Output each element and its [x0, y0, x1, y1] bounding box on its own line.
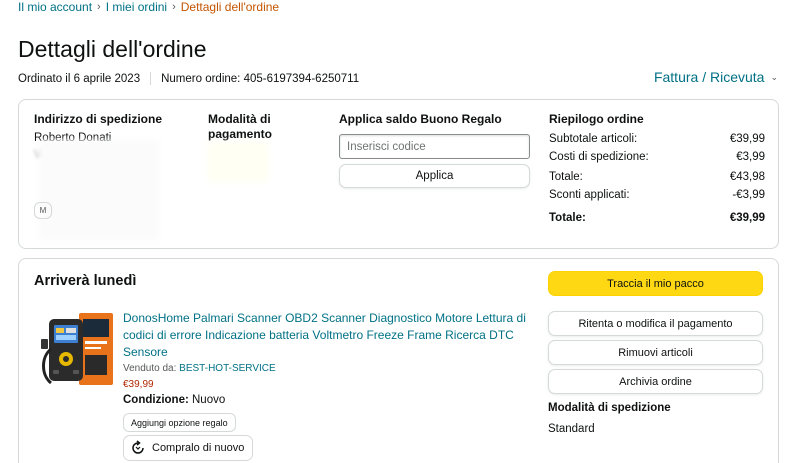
meta-divider	[150, 72, 152, 85]
redacted-payment-area	[208, 142, 268, 182]
shipping-method-value: Standard	[548, 423, 595, 435]
rebuy-icon	[132, 440, 144, 454]
address-chip[interactable]: M	[34, 202, 52, 219]
grand-total-value: €39,99	[729, 212, 765, 224]
totals-label: Costi di spedizione:	[549, 151, 649, 163]
shipment-card: Arriverà lunedì DonosHome Palmari Scanne…	[18, 258, 779, 463]
order-meta: Ordinato il 6 aprile 2023 Numero ordine:…	[18, 72, 359, 85]
product-price: €39,99	[123, 379, 154, 390]
page-title: Dettagli dell'ordine	[18, 36, 207, 62]
breadcrumb-separator: ›	[97, 1, 101, 13]
sold-by-label: Venduto da:	[123, 363, 177, 374]
totals-row: Subtotale articoli: €39,99	[549, 130, 765, 148]
breadcrumb-separator: ›	[172, 1, 176, 13]
order-date: Ordinato il 6 aprile 2023	[18, 72, 141, 85]
product-title-link[interactable]: DonosHome Palmari Scanner OBD2 Scanner D…	[123, 310, 528, 361]
track-package-button[interactable]: Traccia il mio pacco	[548, 271, 763, 296]
order-number: Numero ordine: 405-6197394-6250711	[161, 72, 360, 85]
gift-card-heading: Applica saldo Buono Regalo	[339, 112, 502, 126]
breadcrumb: Il mio account › I miei ordini › Dettagl…	[18, 0, 279, 14]
grand-total-label: Totale:	[549, 212, 586, 224]
totals-row: Sconti applicati: -€3,99	[549, 186, 765, 204]
order-totals-section: Riepilogo ordine Subtotale articoli: €39…	[549, 112, 765, 227]
redacted-address-area	[39, 140, 159, 240]
gift-code-input[interactable]	[339, 134, 530, 159]
buy-again-label: Compralo di nuovo	[152, 442, 245, 454]
buy-again-button[interactable]: Compralo di nuovo	[123, 435, 254, 461]
add-gift-option-button[interactable]: Aggiungi opzione regalo	[123, 413, 236, 432]
totals-row: Totale: €43,98	[549, 168, 765, 186]
payment-method-section: Modalità di pagamento	[208, 112, 318, 182]
condition-value: Nuovo	[192, 394, 226, 406]
condition-label: Condizione:	[123, 394, 189, 406]
grand-total-row: Totale: €39,99	[549, 209, 765, 227]
totals-value: €3,99	[736, 151, 765, 163]
product-condition: Condizione: Nuovo	[123, 394, 225, 406]
gift-card-section: Applica saldo Buono Regalo	[339, 112, 534, 130]
payment-method-heading: Modalità di pagamento	[208, 112, 273, 141]
totals-label: Totale:	[549, 171, 583, 183]
order-summary-card: Indirizzo di spedizione Roberto Donati V…	[18, 99, 779, 249]
invoice-dropdown[interactable]: Fattura / Ricevuta ⌄	[654, 69, 778, 85]
shipping-method-heading: Modalità di spedizione	[548, 402, 671, 414]
shipping-address-heading: Indirizzo di spedizione	[34, 112, 163, 126]
product-image[interactable]	[39, 309, 117, 389]
chevron-down-icon: ⌄	[770, 71, 778, 82]
totals-label: Subtotale articoli:	[549, 133, 638, 145]
totals-row: Costi di spedizione: €3,99	[549, 148, 765, 166]
archive-order-button[interactable]: Archivia ordine	[548, 369, 763, 394]
totals-label: Sconti applicati:	[549, 189, 630, 201]
totals-value: -€3,99	[732, 189, 765, 201]
breadcrumb-account-link[interactable]: Il mio account	[18, 0, 92, 14]
totals-value: €39,99	[729, 133, 765, 145]
apply-gift-button[interactable]: Applica	[339, 164, 530, 188]
breadcrumb-orders-link[interactable]: I miei ordini	[106, 0, 167, 14]
seller-link[interactable]: BEST-HOT-SERVICE	[179, 363, 276, 374]
invoice-label: Fattura / Ricevuta	[653, 69, 765, 85]
retry-payment-button[interactable]: Ritenta o modifica il pagamento	[548, 311, 763, 336]
arrival-heading: Arriverà lunedì	[34, 273, 137, 289]
remove-items-button[interactable]: Rimuovi articoli	[548, 340, 763, 365]
totals-value: €43,98	[729, 171, 765, 183]
order-totals-heading: Riepilogo ordine	[549, 112, 644, 126]
breadcrumb-current: Dettagli dell'ordine	[180, 0, 280, 14]
sold-by: Venduto da: BEST-HOT-SERVICE	[123, 363, 276, 374]
